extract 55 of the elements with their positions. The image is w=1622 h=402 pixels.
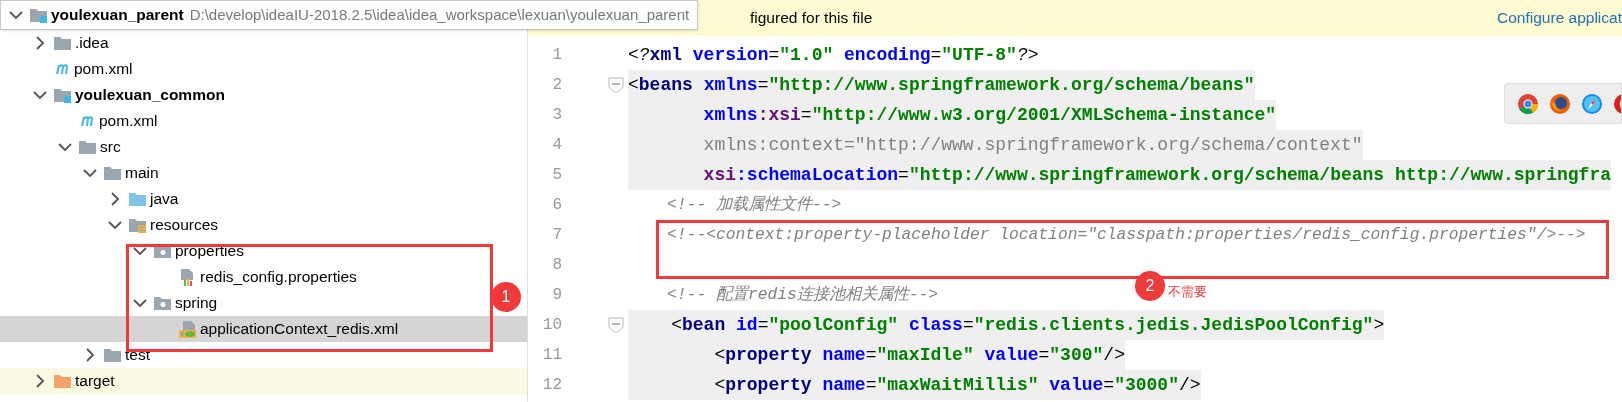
line-number: 2 (551, 75, 562, 96)
tree-row[interactable]: redis_config.properties (0, 264, 365, 290)
chrome-browser-icon[interactable] (1517, 92, 1539, 115)
tree-row-tooltip[interactable]: youlexuan_parent D:\develop\ideaIU-2018.2.5\idea\idea_workspace\lexuan\youlexuan_parent (0, 0, 699, 30)
step-marker: 2 (1135, 271, 1165, 301)
line-number: 6 (551, 195, 562, 216)
tree-row[interactable]: test (0, 342, 158, 368)
line-number: 10 (541, 315, 562, 336)
tree-row[interactable]: src (0, 134, 129, 160)
tree-item-label: src (100, 137, 121, 158)
tree-row[interactable]: main (0, 160, 167, 186)
tree-item-label: pom.xml (99, 111, 158, 132)
tree-item-label: properties (175, 241, 244, 262)
line-number: 11 (541, 345, 562, 366)
tree-item-label: redis_config.properties (200, 267, 357, 288)
line-number: 12 (541, 375, 562, 396)
project-path: D:\develop\ideaIU-2018.2.5\idea\idea_workspace\lexuan\youlexuan_parent (189, 4, 690, 25)
line-number: 9 (551, 285, 562, 306)
tree-row[interactable]: pom.xml (0, 56, 141, 82)
maven-file-icon (81, 115, 93, 127)
xml-file-icon (178, 319, 197, 339)
tree-item-label: test (125, 345, 150, 366)
compass-icon[interactable] (1581, 92, 1603, 115)
line-number: 3 (551, 105, 562, 126)
line-number: 8 (551, 255, 562, 276)
tree-row[interactable]: youlexuan_common (0, 82, 233, 108)
fold-marker-icon[interactable] (608, 76, 624, 94)
tree-row[interactable]: target (0, 368, 527, 394)
tree-item-label: target (75, 371, 115, 392)
annotation-note: 不需要 (1168, 283, 1207, 301)
tree-item-label: main (125, 163, 159, 184)
line-number: 7 (551, 225, 562, 246)
configure-link[interactable]: Configure applicat (1497, 6, 1622, 30)
notification-text: figured for this file (750, 8, 873, 29)
tree-row[interactable]: java (0, 186, 187, 212)
tree-row[interactable]: resources (0, 212, 227, 238)
tree-item-label: pom.xml (74, 59, 133, 80)
tree-row[interactable]: pom.xml (0, 108, 166, 134)
tree-row[interactable]: .idea (0, 30, 117, 56)
line-number: 5 (551, 165, 562, 186)
line-number: 1 (551, 45, 562, 66)
line-number: 4 (551, 135, 562, 156)
tree-item-label: youlexuan_parent (51, 5, 184, 26)
tree-row[interactable]: properties (0, 238, 252, 264)
tree-row[interactable]: spring (0, 290, 226, 316)
tree-item-label: .idea (75, 33, 109, 54)
firefox-browser-icon[interactable] (1549, 92, 1571, 115)
tree-item-label: youlexuan_common (75, 85, 225, 106)
tree-item-label: applicationContext_redis.xml (200, 319, 399, 340)
tree-item-label: spring (175, 293, 218, 314)
fold-marker-icon[interactable] (608, 316, 624, 334)
tree-item-label: java (150, 189, 179, 210)
maven-file-icon (56, 63, 68, 75)
tree-row[interactable]: applicationContext_redis.xml (0, 316, 527, 342)
tree-item-label: resources (150, 215, 219, 236)
